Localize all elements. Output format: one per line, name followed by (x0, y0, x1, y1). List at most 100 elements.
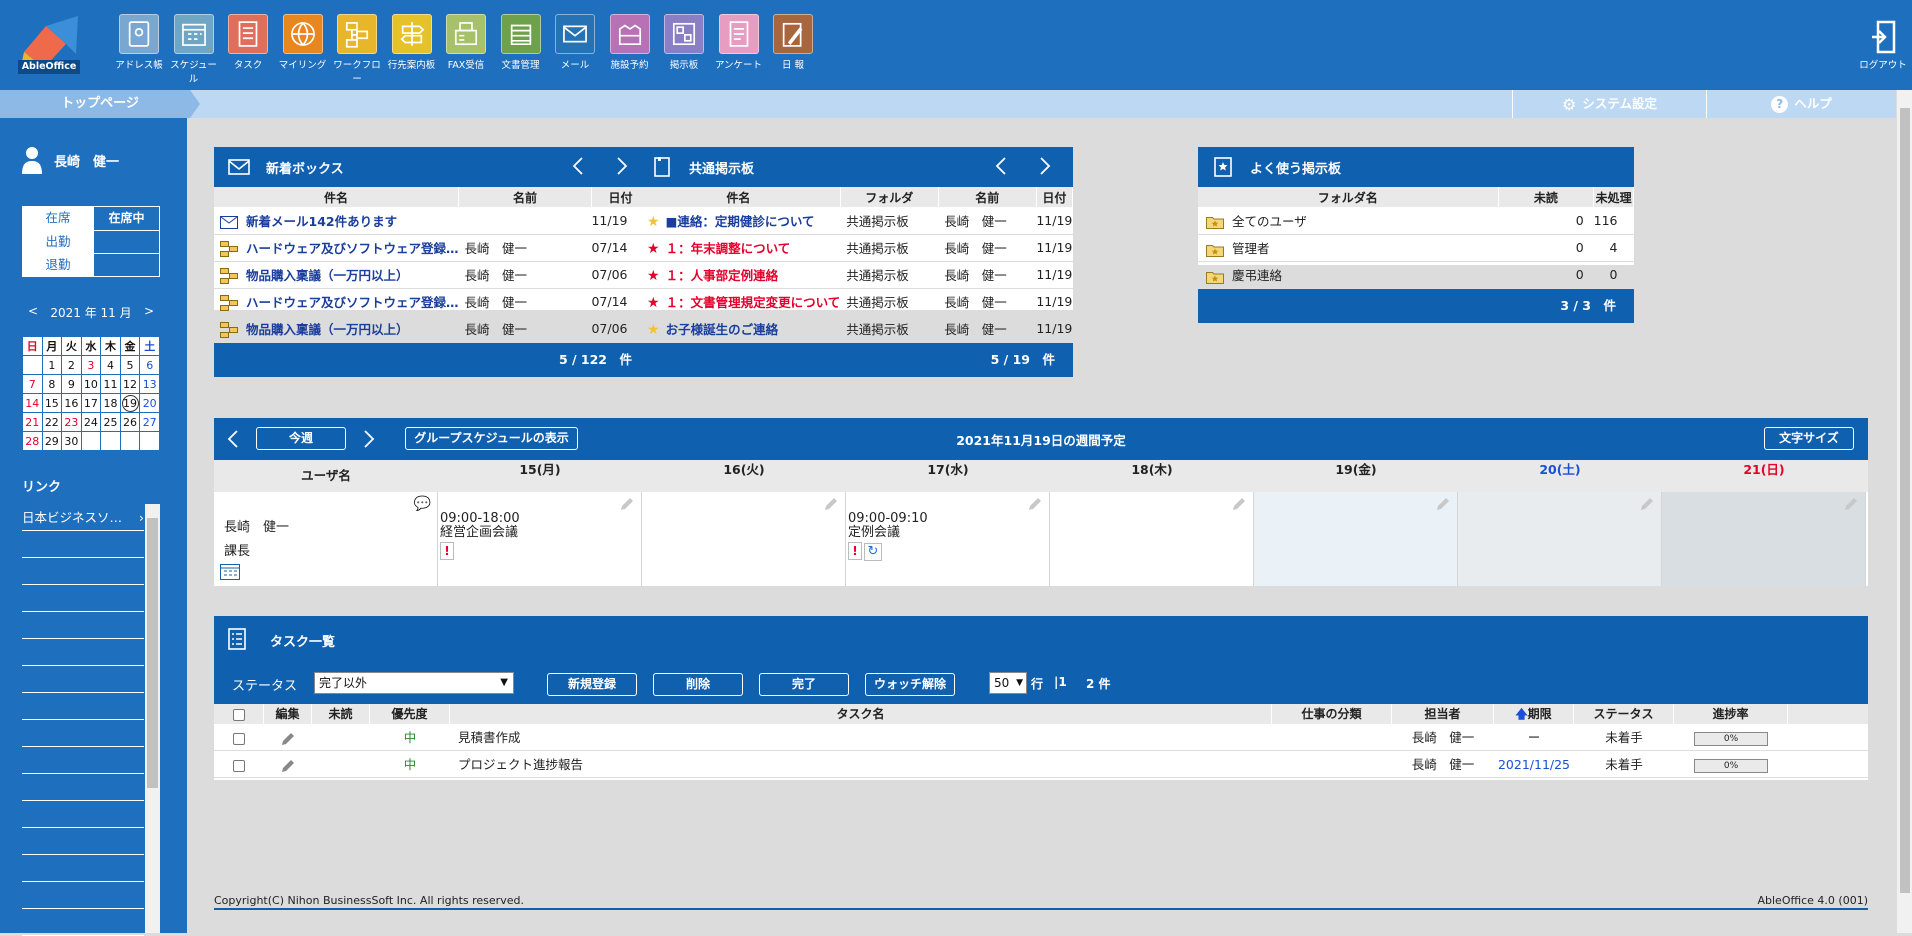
app-survey[interactable]: アンケート (711, 14, 767, 71)
logout-button[interactable]: ログアウト (1858, 20, 1908, 71)
inbox-row[interactable]: ハードウェア及びソフトウェア登録… 長崎 健一 07/14 (214, 234, 650, 262)
board-row[interactable]: ★ ■連絡：定期健診について 共通掲示板 長崎 健一 11/19 (637, 207, 1073, 235)
calendar-day[interactable]: 3 (80, 355, 102, 375)
board-row[interactable]: ★ １：文書管理規定変更について 共通掲示板 長崎 健一 11/19 (637, 288, 1073, 316)
calendar-day[interactable]: 29 (41, 431, 63, 451)
board-subject-cell[interactable]: ★ １：人事部定例連絡 (637, 261, 841, 289)
schedule-day-header[interactable]: 16(火) (642, 460, 846, 492)
schedule-day-cell[interactable] (1254, 492, 1458, 586)
inbox-subject[interactable]: ハードウェア及びソフトウェア登録… (246, 241, 459, 256)
links-scrollbar[interactable] (145, 504, 160, 933)
checkbox[interactable] (232, 708, 245, 721)
page-scrollbar-thumb[interactable] (1900, 108, 1910, 893)
schedule-day-header[interactable]: 21(日) (1662, 460, 1866, 492)
schedule-day-header[interactable]: 19(金) (1254, 460, 1458, 492)
calendar-day[interactable]: 17 (80, 393, 102, 413)
calendar-day[interactable]: 13 (139, 374, 160, 394)
board-subject[interactable]: １：年末調整について (666, 241, 791, 256)
board-subject[interactable]: １：文書管理規定変更について (666, 295, 841, 310)
inbox-subject-cell[interactable]: ハードウェア及びソフトウェア登録… (214, 288, 459, 316)
fav-board-row[interactable]: 慶弔連絡 0 0 (1198, 261, 1634, 289)
board-subject-cell[interactable]: ★ お子様誕生のご連絡 (637, 315, 841, 343)
calendar-day[interactable]: 19 (119, 393, 141, 413)
calendar-day[interactable]: 16 (61, 393, 82, 413)
board-row[interactable]: ★ １：年末調整について 共通掲示板 長崎 健一 11/19 (637, 234, 1073, 262)
schedule-day-cell[interactable] (1050, 492, 1254, 586)
calendar-day[interactable]: 8 (41, 374, 63, 394)
board-subject-cell[interactable]: ★ １：文書管理規定変更について (637, 288, 841, 316)
pencil-icon[interactable] (1639, 496, 1655, 516)
calendar-day[interactable]: 27 (139, 412, 160, 432)
fav-folder[interactable]: 全てのユーザ (1232, 214, 1307, 229)
calendar-day[interactable]: 2 (61, 355, 82, 375)
select-all-checkbox[interactable] (214, 704, 264, 724)
clock-in-label[interactable]: 出勤 (23, 231, 93, 253)
pencil-icon[interactable] (619, 496, 635, 516)
app-board[interactable]: 掲示板 (656, 14, 712, 71)
pencil-icon[interactable] (1843, 496, 1859, 516)
inbox-subject[interactable]: ハードウェア及びソフトウェア登録… (246, 295, 459, 310)
help-button[interactable]: ? ヘルプ (1706, 90, 1896, 118)
inbox-subject-cell[interactable]: 新着メール142件あります (214, 207, 459, 235)
font-size-button[interactable]: 文字サイズ (1764, 427, 1854, 450)
sort-up-icon[interactable]: 🡅 (1515, 707, 1527, 721)
checkbox[interactable] (233, 732, 245, 745)
schedule-day-cell[interactable]: 09:00-09:10 定例会議! ↻ (846, 492, 1050, 586)
task-edit[interactable] (264, 724, 312, 751)
board-subject[interactable]: ■連絡：定期健診について (666, 214, 815, 229)
task-checkbox[interactable] (214, 724, 264, 751)
fav-folder[interactable]: 管理者 (1232, 241, 1270, 256)
calendar-day[interactable]: 9 (61, 374, 82, 394)
app-signpost[interactable]: 行先案内板 (384, 14, 440, 71)
schedule-user-name[interactable]: 長崎 健一 (224, 516, 289, 540)
calendar-day[interactable]: 24 (80, 412, 102, 432)
board-prev-icon[interactable] (991, 155, 1013, 177)
calendar-icon[interactable] (220, 564, 240, 584)
calendar-day[interactable]: 14 (22, 393, 43, 413)
clock-out-label[interactable]: 退勤 (23, 254, 93, 276)
schedule-day-cell[interactable]: 09:00-18:00 経営企画会議! (438, 492, 642, 586)
task-checkbox[interactable] (214, 751, 264, 778)
calendar-day[interactable]: 28 (22, 431, 43, 451)
calendar-day[interactable]: 4 (100, 355, 121, 375)
inbox-subject-cell[interactable]: 物品購入稟議（一万円以上） (214, 261, 459, 289)
calendar-day[interactable]: 22 (41, 412, 63, 432)
calendar-day[interactable]: 25 (100, 412, 121, 432)
schedule-day-header[interactable]: 17(水) (846, 460, 1050, 492)
calendar-day[interactable]: 30 (61, 431, 82, 451)
pencil-icon[interactable] (280, 757, 296, 772)
calendar-day[interactable]: 20 (139, 393, 160, 413)
calendar-day[interactable]: 7 (22, 374, 43, 394)
task-row[interactable]: 中 プロジェクト進捗報告 長崎 健一 2021/11/25 未着手 0% (214, 751, 1868, 778)
pencil-icon[interactable] (823, 496, 839, 516)
app-document[interactable]: 文書管理 (493, 14, 549, 71)
calendar-day[interactable]: 5 (119, 355, 141, 375)
schedule-day-header[interactable]: 15(月) (438, 460, 642, 492)
system-settings-button[interactable]: ⚙ システム設定 (1512, 90, 1706, 118)
app-address-book[interactable]: アドレス帳 (111, 14, 167, 71)
unwatch-button[interactable]: ウォッチ解除 (865, 673, 955, 696)
link-item[interactable]: 日本ビジネスソ… › (22, 504, 144, 531)
calendar-day[interactable]: 21 (22, 412, 43, 432)
calendar-day[interactable]: 11 (100, 374, 121, 394)
schedule-day-header[interactable]: 18(木) (1050, 460, 1254, 492)
checkbox[interactable] (233, 759, 245, 772)
inbox-row[interactable]: 物品購入稟議（一万円以上） 長崎 健一 07/06 (214, 315, 650, 343)
page-scrollbar[interactable] (1896, 90, 1912, 933)
comment-icon[interactable]: 💬 (414, 496, 431, 512)
fav-folder[interactable]: 慶弔連絡 (1232, 268, 1282, 283)
app-globe[interactable]: マイリング (275, 14, 331, 71)
calendar-day[interactable]: 1 (41, 355, 63, 375)
calendar-day[interactable]: 12 (119, 374, 141, 394)
attendance-label[interactable]: 在席 (23, 207, 93, 230)
calendar-day[interactable]: 26 (119, 412, 141, 432)
rows-per-page-select[interactable]: 50 ▼ (989, 672, 1027, 694)
inbox-subject-cell[interactable]: 物品購入稟議（一万円以上） (214, 315, 459, 343)
links-scrollbar-thumb[interactable] (147, 518, 158, 788)
complete-task-button[interactable]: 完了 (759, 673, 849, 696)
inbox-subject[interactable]: 新着メール142件あります (246, 214, 397, 229)
board-subject[interactable]: １：人事部定例連絡 (666, 268, 779, 283)
board-subject-cell[interactable]: ★ １：年末調整について (637, 234, 841, 262)
board-next-icon[interactable] (1033, 155, 1055, 177)
board-subject-cell[interactable]: ★ ■連絡：定期健診について (637, 207, 841, 235)
